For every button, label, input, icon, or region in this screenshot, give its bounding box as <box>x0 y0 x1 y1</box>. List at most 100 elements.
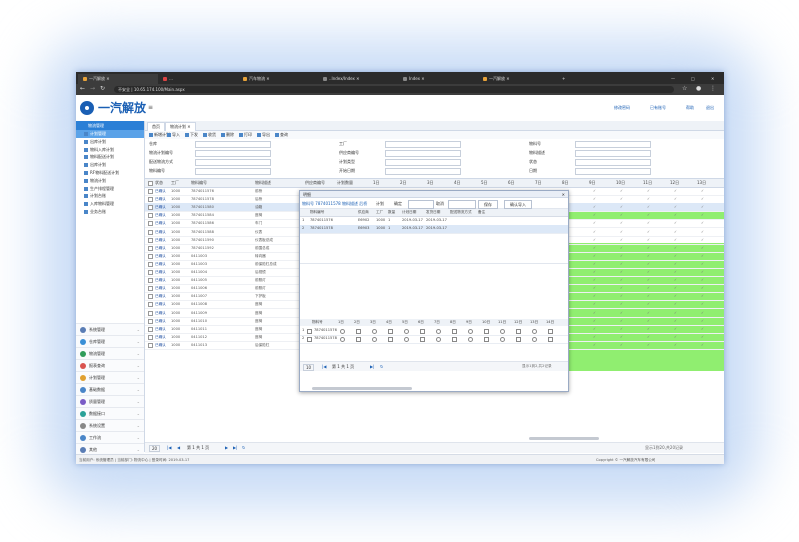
grid-header-cell[interactable]: 10日 <box>616 179 625 187</box>
dialog-lower-header-cell[interactable]: 2日 <box>354 319 360 326</box>
dialog-header-cell[interactable]: 供应商 <box>358 209 369 216</box>
dialog-header-cell[interactable]: 计划日期 <box>402 209 416 216</box>
radio-button[interactable] <box>532 329 537 334</box>
row-checkbox[interactable] <box>148 237 153 243</box>
new-tab-button[interactable]: + <box>560 74 570 84</box>
toolbar-button[interactable]: 导入 <box>167 132 180 138</box>
checkbox[interactable] <box>420 329 425 334</box>
grid-header-cell[interactable]: 11日 <box>643 179 652 187</box>
row-checkbox[interactable] <box>148 310 153 316</box>
checkbox[interactable] <box>452 329 457 334</box>
toolbar-button[interactable]: 下发 <box>185 132 198 138</box>
toolbar-button[interactable]: 收货 <box>203 132 216 138</box>
sidebar-item[interactable]: 出库计划 <box>76 161 144 169</box>
dialog-lower-header-cell[interactable]: 物料号 <box>312 319 323 326</box>
row-checkbox[interactable] <box>148 302 153 308</box>
toolbar-button[interactable]: 打印 <box>239 132 252 138</box>
row-checkbox[interactable] <box>148 334 153 340</box>
sidebar-group[interactable]: 数据接口 ⌄ <box>76 407 144 419</box>
checkbox[interactable] <box>548 337 553 342</box>
maximize-icon[interactable]: □ <box>686 74 698 84</box>
checkbox[interactable] <box>484 329 489 334</box>
dialog-lower-header-cell[interactable]: 9日 <box>466 319 472 326</box>
toolbar-button[interactable]: 删除 <box>221 132 234 138</box>
checkbox[interactable] <box>548 329 553 334</box>
checkbox[interactable] <box>356 337 361 342</box>
browser-tab[interactable]: Index ✕ <box>398 74 478 84</box>
reload-icon[interactable]: ↻ <box>100 85 105 92</box>
dialog-lower-header-cell[interactable]: 3日 <box>370 319 376 326</box>
dialog-lower-header-cell[interactable]: 7日 <box>434 319 440 326</box>
radio-button[interactable] <box>468 329 473 334</box>
grid-header-cell[interactable]: 8日 <box>562 179 569 187</box>
sidebar-item[interactable]: 出库计划 <box>76 138 144 146</box>
tab-home[interactable]: 首页 <box>147 122 165 131</box>
row-checkbox[interactable] <box>148 261 153 267</box>
row-checkbox[interactable] <box>307 337 312 342</box>
dialog-lower-header-cell[interactable]: 13日 <box>530 319 538 326</box>
grid-header-cell[interactable]: 4日 <box>454 179 461 187</box>
row-checkbox[interactable] <box>148 342 153 348</box>
dialog-header-cell[interactable]: 物料编号 <box>310 209 324 216</box>
checkbox[interactable] <box>516 337 521 342</box>
checkbox[interactable] <box>388 337 393 342</box>
sidebar-item[interactable]: 物流计划 <box>76 177 144 185</box>
browser-tab[interactable]: 一汽解放 ✕ <box>78 74 158 84</box>
sidebar-group[interactable]: 仓库管理 ⌄ <box>76 335 144 347</box>
back-icon[interactable]: ← <box>80 85 85 92</box>
last-page-icon[interactable]: ▶| <box>233 445 237 450</box>
row-checkbox[interactable] <box>307 329 312 334</box>
profile-icon[interactable]: ● <box>696 85 701 92</box>
grid-header-cell[interactable]: 6日 <box>508 179 515 187</box>
tab-logistics-plan[interactable]: 物流计划 ✕ <box>165 122 196 131</box>
sidebar-group[interactable]: 物流管理 ⌄ <box>76 347 144 359</box>
dialog-select-2[interactable] <box>448 200 476 209</box>
grid-header-cell[interactable]: 物料编号 <box>191 179 207 187</box>
row-checkbox[interactable] <box>148 205 153 211</box>
checkbox[interactable] <box>484 337 489 342</box>
filter-input[interactable] <box>575 150 651 157</box>
browser-tab[interactable]: 一汽解放 ✕ <box>478 74 558 84</box>
grid-header-cell[interactable]: 13日 <box>697 179 706 187</box>
sidebar-item[interactable]: 生产排程管理 <box>76 185 144 193</box>
checkbox[interactable] <box>516 329 521 334</box>
row-checkbox[interactable] <box>148 326 153 332</box>
dialog-lower-header-cell[interactable]: 8日 <box>450 319 456 326</box>
row-checkbox[interactable] <box>148 286 153 292</box>
row-checkbox[interactable] <box>148 245 153 251</box>
header-link[interactable]: 已有账号 <box>650 105 666 111</box>
grid-header-cell[interactable]: 工厂 <box>171 179 179 187</box>
dialog-lower-header-cell[interactable]: 4日 <box>386 319 392 326</box>
filter-input[interactable] <box>385 159 461 166</box>
grid-header-cell[interactable]: 12日 <box>670 179 679 187</box>
prev-page-icon[interactable]: ◀ <box>177 445 180 450</box>
filter-input[interactable] <box>195 159 271 166</box>
dialog-hscrollbar[interactable] <box>312 387 412 390</box>
radio-button[interactable] <box>340 337 345 342</box>
grid-header-cell[interactable]: 供应商编号 <box>305 179 325 187</box>
sidebar-item[interactable]: 物料入库计划 <box>76 146 144 154</box>
sidebar-item[interactable]: 计划台账 <box>76 192 144 200</box>
sidebar-item[interactable]: 物料配送计划 <box>76 153 144 161</box>
radio-button[interactable] <box>404 337 409 342</box>
forward-icon[interactable]: → <box>90 85 95 92</box>
dialog-header-cell[interactable]: 工厂 <box>376 209 383 216</box>
checkbox[interactable] <box>388 329 393 334</box>
radio-button[interactable] <box>436 329 441 334</box>
sidebar-item[interactable]: 入库物料管理 <box>76 200 144 208</box>
filter-input[interactable] <box>385 141 461 148</box>
row-checkbox[interactable] <box>148 189 153 194</box>
radio-button[interactable] <box>372 329 377 334</box>
checkbox[interactable] <box>452 337 457 342</box>
menu-icon[interactable]: ⋮ <box>710 85 716 92</box>
browser-tab[interactable]: ..Index/Index ✕ <box>318 74 398 84</box>
grid-header-cell[interactable]: 7日 <box>535 179 542 187</box>
star-icon[interactable]: ☆ <box>682 85 687 92</box>
sidebar-group[interactable]: 系统设置 ⌄ <box>76 419 144 431</box>
checkbox[interactable] <box>420 337 425 342</box>
sidebar-item[interactable]: 计划管理 <box>76 130 144 138</box>
sidebar-item[interactable]: RF物料配送计划 <box>76 169 144 177</box>
dialog-close-icon[interactable]: ✕ <box>562 191 565 198</box>
row-checkbox[interactable] <box>148 197 153 203</box>
page-size-select[interactable]: 20 <box>149 445 161 452</box>
